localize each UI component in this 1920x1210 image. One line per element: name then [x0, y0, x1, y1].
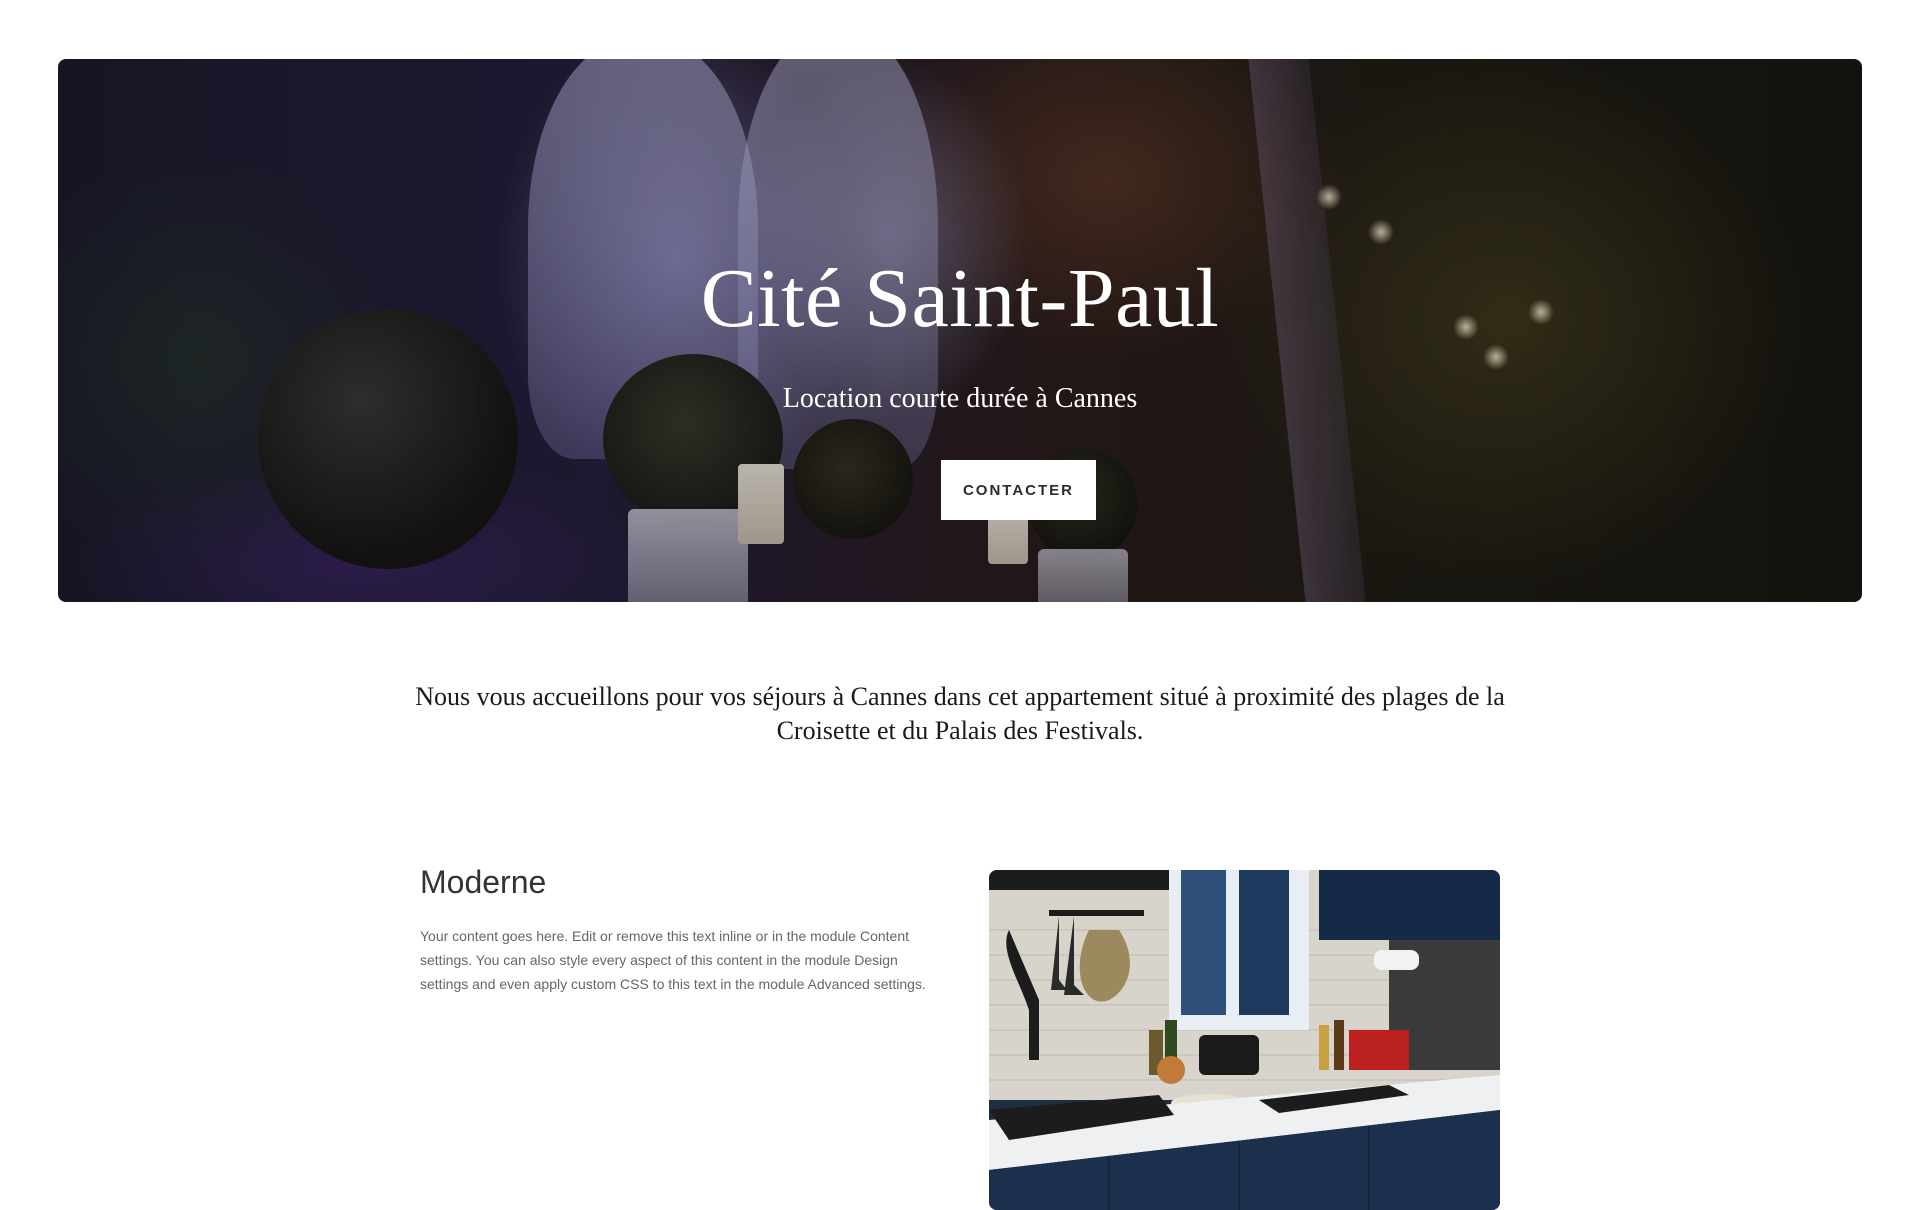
kitchen-photo	[989, 870, 1500, 1210]
feature-body-text: Your content goes here. Edit or remove t…	[420, 928, 926, 992]
feature-heading: Moderne	[420, 864, 547, 900]
hero-title: Cité Saint-Paul	[700, 252, 1220, 345]
hero-subtitle: Location courte durée à Cannes	[782, 383, 1138, 414]
intro-text: Nous vous accueillons pour vos séjours à…	[415, 682, 1505, 745]
contact-button[interactable]: CONTACTER	[941, 460, 1096, 520]
hero-banner: Cité Saint-Paul Location courte durée à …	[58, 59, 1862, 602]
